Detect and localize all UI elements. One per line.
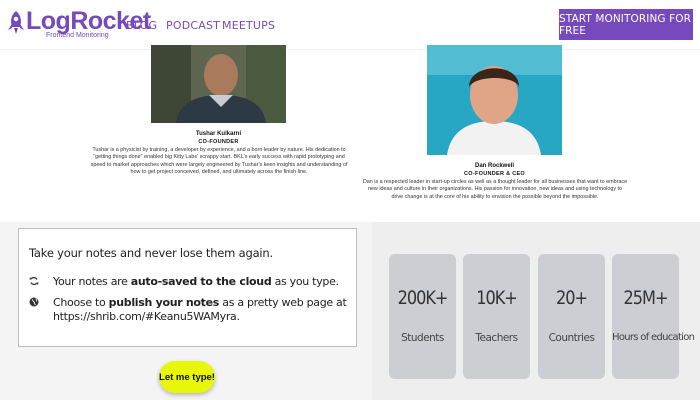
stat-label: Hours of education [612,332,695,343]
rocket-logo-icon [8,11,24,34]
tushar-role: CO-FOUNDER [198,139,239,145]
stat-value: 25M+ [623,287,669,309]
stat-card-students: 200K+ Students [389,254,456,379]
tushar-name: Tushar Kulkarni [195,131,242,137]
dan-role: CO-FOUNDER & CEO [463,171,526,177]
start-monitoring-button[interactable]: START MONITORING FOR FREE [559,9,693,40]
site-header: LogRocket Frontend Monitoring BLOG PODCA… [0,0,700,50]
stat-value: 10K+ [476,287,518,309]
tushar-bio: Tushar is a physicist by training, a dev… [90,147,348,175]
logrocket-logo[interactable]: LogRocket Frontend Monitoring [6,7,151,40]
dan-bio: Dan is a respected leader in start-up ci… [362,179,628,200]
autosave-text: Your notes are auto-saved to the cloud a… [53,275,339,288]
stat-value: 20+ [555,287,588,309]
nav-meetups[interactable]: MEETUPS [222,19,275,32]
globe-icon [29,297,39,307]
notes-title: Take your notes and never lose them agai… [29,246,273,260]
let-me-type-button[interactable]: Let me type! [159,361,215,393]
stat-card-teachers: 10K+ Teachers [463,254,530,379]
stat-card-hours: 25M+ Hours of education [612,254,695,379]
nav-podcast[interactable]: PODCAST [166,19,220,32]
stat-value: 200K+ [397,287,449,309]
stat-label: Teachers [475,332,518,344]
dan-name: Dan Rockwell [474,163,514,169]
dan-photo [427,45,562,155]
stat-label: Countries [548,332,595,344]
logo-subtitle: Frontend Monitoring [46,32,109,39]
refresh-icon [29,276,39,286]
tushar-photo [151,45,286,123]
stat-label: Students [401,332,444,344]
stat-card-countries: 20+ Countries [538,254,605,379]
publish-url-link[interactable]: https://shrib.com/#Keanu5WAMyra. [53,310,240,324]
notes-card: Take your notes and never lose them agai… [18,228,357,347]
publish-text: Choose to publish your notes as a pretty… [53,296,347,309]
nav-blog[interactable]: BLOG [126,19,157,32]
